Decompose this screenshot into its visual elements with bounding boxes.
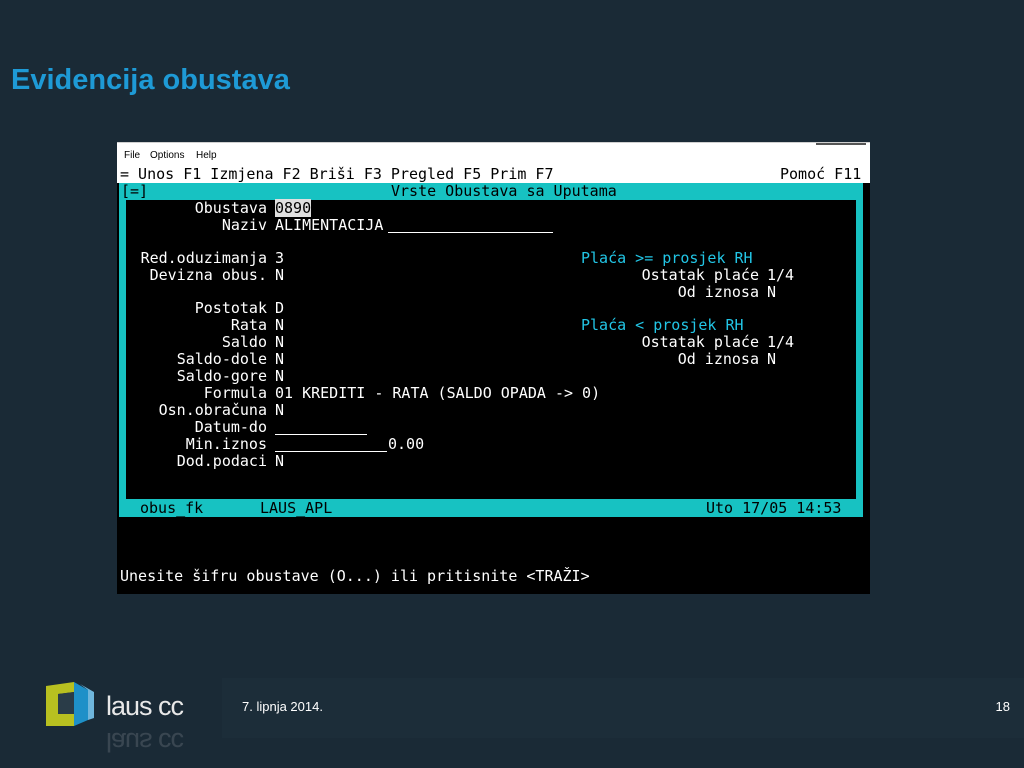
saldo-gore-input[interactable]: N [275,368,284,385]
min-iznos-input[interactable]: 0.00 [388,436,424,453]
datum-do-input[interactable] [275,434,367,435]
label-devizna-obus: Devizna obus. [149,266,267,284]
placa-ge-od-iznosa-label: Od iznosa [677,283,759,301]
label-min-iznos: Min.iznos [185,435,267,453]
placa-lt-od-iznosa-label: Od iznosa [677,350,759,368]
slide-date: 7. lipnja 2014. [242,699,323,714]
obustava-input[interactable]: 0890 [275,199,312,217]
page-number: 18 [995,699,1010,714]
terminal-window: File Options Help = Unos F1 Izmjena F2 B… [117,142,870,594]
status-datetime: Uto 17/05 14:53 [706,499,842,517]
placa-ge-ostatak-label: Ostatak plaće [641,266,759,284]
saldo-input[interactable]: N [275,334,284,351]
label-saldo-gore: Saldo-gore [176,367,267,385]
logo-reflection: laus cc [106,727,184,757]
naziv-input[interactable]: ALIMENTACIJA [275,217,383,234]
label-red-oduzimanja: Red.oduzimanja [140,249,267,267]
menu-bar: File Options Help [117,142,870,167]
help-key[interactable]: Pomoć F11 [780,166,861,183]
window-control-button[interactable]: [=] [121,183,148,200]
panel-title: Vrste Obustava sa Uputama [391,182,617,200]
placa-lt-heading: Plaća < prosjek RH [581,316,744,334]
laus-logo-icon [44,680,98,728]
label-postotak: Postotak [194,299,267,317]
placa-lt-ostatak-input[interactable]: 1/4 [767,334,794,351]
menu-file[interactable]: File [124,150,140,161]
placa-ge-heading: Plaća >= prosjek RH [581,249,753,267]
window-edge [816,143,866,145]
label-obustava: Obustava [194,199,267,217]
slide-title: Evidencija obustava [11,64,290,96]
label-rata: Rata [230,316,267,334]
label-dod-podaci: Dod.podaci [176,452,267,470]
devizna-obus-input[interactable]: N [275,267,284,284]
status-app: LAUS_APL [260,499,333,517]
naziv-underline [388,232,553,233]
label-formula: Formula [203,384,267,402]
saldo-dole-input[interactable]: N [275,351,284,368]
rata-input[interactable]: N [275,317,284,334]
min-iznos-underline [275,451,387,452]
menu-options[interactable]: Options [150,150,184,161]
form-panel: [=] Vrste Obustava sa Uputama Obustava 0… [119,183,863,517]
placa-lt-od-iznosa-input[interactable]: N [767,351,776,368]
footer-bar [222,678,1024,738]
status-table: obus_fk [140,499,204,517]
postotak-input[interactable]: D [275,300,284,317]
osn-obracuna-input[interactable]: N [275,402,284,419]
formula-input[interactable]: 01 KREDITI - RATA (SALDO OPADA -> 0) [275,385,600,402]
placa-ge-od-iznosa-input[interactable]: N [767,284,776,301]
label-naziv: Naziv [221,216,267,234]
label-osn-obracuna: Osn.obračuna [158,401,267,419]
placa-lt-ostatak-label: Ostatak plaće [641,333,759,351]
label-datum-do: Datum-do [194,418,267,436]
label-saldo: Saldo [221,333,267,351]
prompt-line: Unesite šifru obustave (O...) ili pritis… [120,567,590,585]
label-saldo-dole: Saldo-dole [176,350,267,368]
function-keys-bar: = Unos F1 Izmjena F2 Briši F3 Pregled F5… [117,166,870,183]
placa-ge-ostatak-input[interactable]: 1/4 [767,267,794,284]
logo-text: laus cc [106,691,184,721]
dod-podaci-input[interactable]: N [275,453,284,470]
function-keys[interactable]: = Unos F1 Izmjena F2 Briši F3 Pregled F5… [120,166,553,183]
menu-help[interactable]: Help [196,150,217,161]
form-body: Obustava 0890 Naziv ALIMENTACIJA Red.odu… [126,199,856,499]
red-oduzimanja-input[interactable]: 3 [275,250,284,267]
